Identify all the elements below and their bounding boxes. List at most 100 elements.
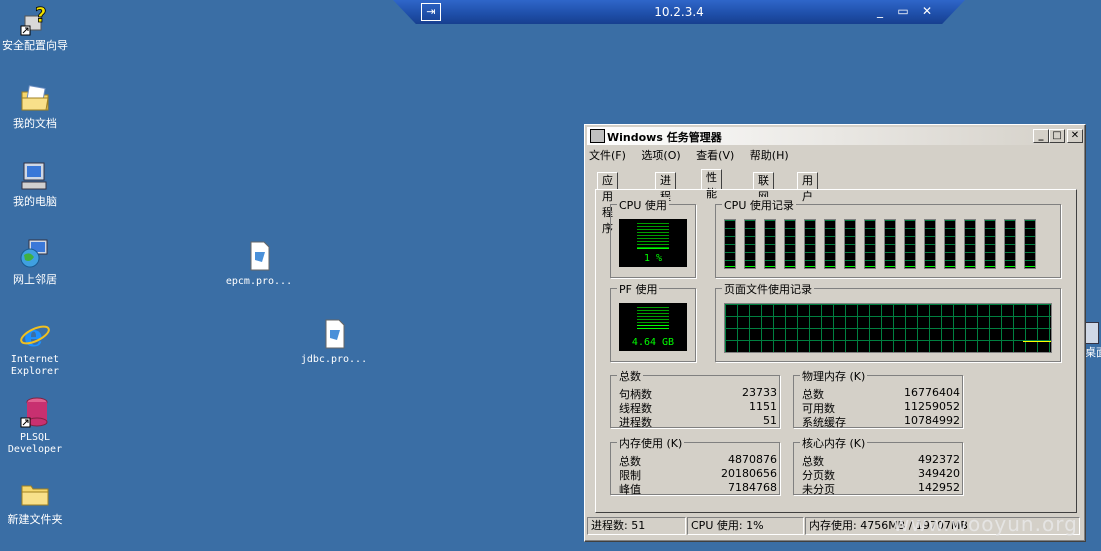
partial-icon-label: 桌面 (2) bbox=[1085, 346, 1101, 359]
desktop-file-epcm[interactable]: epcm.pro... bbox=[224, 240, 294, 288]
kernel-nonpaged-value: 142952 bbox=[918, 481, 960, 494]
cpu-core-graph bbox=[764, 219, 776, 269]
pf-usage-group: PF 使用 4.64 GB bbox=[610, 281, 696, 362]
task-manager-titlebar[interactable]: Windows 任务管理器 _ □ ✕ bbox=[587, 127, 1083, 145]
cpu-core-line bbox=[825, 266, 835, 267]
pf-usage-value: 4.64 GB bbox=[631, 337, 675, 348]
cpu-core-line bbox=[1005, 266, 1015, 267]
cpu-core-graph bbox=[804, 219, 816, 269]
system-cache-value: 10784992 bbox=[904, 414, 960, 427]
kernel-paged-row: 分页数 349420 bbox=[802, 467, 960, 482]
kernel-memory-group: 核心内存 (K) 总数 492372 分页数 349420 未分页 142952 bbox=[793, 435, 963, 496]
remote-desktop-bar: ⇥ 10.2.3.4 _ ▭ ✕ bbox=[393, 0, 965, 24]
cpu-core-graph bbox=[964, 219, 976, 269]
kernel-nonpaged-label: 未分页 bbox=[802, 483, 835, 496]
cpu-usage-group: CPU 使用 1 % bbox=[610, 197, 696, 278]
cpu-core-graph bbox=[744, 219, 756, 269]
cpu-core-line bbox=[725, 266, 735, 267]
network-globe-icon bbox=[19, 238, 51, 270]
desktop-icon-label: 新建文件夹 bbox=[7, 513, 63, 526]
cpu-core-line bbox=[805, 266, 815, 267]
pf-usage-bars bbox=[637, 307, 669, 325]
cpu-core-line bbox=[765, 266, 775, 267]
tab-networking[interactable]: 联网 bbox=[753, 172, 774, 203]
physical-available-row: 可用数 11259052 bbox=[802, 400, 960, 415]
window-title: Windows 任务管理器 bbox=[607, 131, 722, 144]
commit-peak-value: 7184768 bbox=[728, 481, 777, 494]
svg-text:e: e bbox=[24, 319, 43, 350]
computer-icon bbox=[19, 160, 51, 192]
cpu-core-graph bbox=[904, 219, 916, 269]
pf-history-title: 页面文件使用记录 bbox=[722, 281, 814, 297]
desktop-icon-label: PLSQL Developer bbox=[7, 432, 63, 455]
cpu-core-graph bbox=[784, 219, 796, 269]
cpu-core-graph bbox=[844, 219, 856, 269]
desktop-icon-network[interactable]: 网上邻居 bbox=[0, 238, 70, 286]
pf-history-line bbox=[1023, 341, 1051, 342]
cpu-core-graph bbox=[724, 219, 736, 269]
menu-view[interactable]: 查看(V) bbox=[696, 149, 734, 162]
cpu-history-graphs bbox=[724, 219, 1054, 269]
minimize-button[interactable]: _ bbox=[1033, 129, 1049, 143]
commit-limit-value: 20180656 bbox=[721, 467, 777, 480]
system-cache-row: 系统缓存 10784992 bbox=[802, 414, 960, 429]
cpu-core-graph bbox=[884, 219, 896, 269]
kernel-total-value: 492372 bbox=[918, 453, 960, 466]
cpu-core-graph bbox=[1004, 219, 1016, 269]
cpu-usage-bars bbox=[637, 223, 669, 249]
desktop-icon-new-folder[interactable]: 新建文件夹 bbox=[0, 478, 70, 526]
cpu-history-title: CPU 使用记录 bbox=[722, 197, 796, 213]
physical-total-row: 总数 16776404 bbox=[802, 386, 960, 401]
handles-value: 23733 bbox=[742, 386, 777, 399]
cpu-core-line bbox=[945, 266, 955, 267]
menu-options[interactable]: 选项(O) bbox=[641, 149, 680, 162]
folder-icon bbox=[19, 478, 51, 510]
desktop-file-jdbc[interactable]: jdbc.pro... bbox=[299, 318, 369, 366]
tab-users[interactable]: 用户 bbox=[797, 172, 818, 203]
desktop-file-label: jdbc.pro... bbox=[300, 354, 368, 365]
cpu-core-line bbox=[865, 266, 875, 267]
cpu-core-graph bbox=[864, 219, 876, 269]
kernel-paged-value: 349420 bbox=[918, 467, 960, 480]
kernel-memory-title: 核心内存 (K) bbox=[800, 435, 868, 451]
desktop-icon-partial[interactable]: 桌面 (2) bbox=[1085, 322, 1101, 360]
maximize-button[interactable]: □ bbox=[1049, 129, 1065, 143]
tab-processes[interactable]: 进程 bbox=[655, 172, 676, 203]
cpu-core-graph bbox=[984, 219, 996, 269]
desktop-icon-my-computer[interactable]: 我的电脑 bbox=[0, 160, 70, 208]
threads-value: 1151 bbox=[749, 400, 777, 413]
totals-title: 总数 bbox=[617, 368, 643, 384]
remote-minimize-button[interactable]: _ bbox=[873, 4, 887, 18]
menu-help[interactable]: 帮助(H) bbox=[750, 149, 789, 162]
desktop-icon-my-documents[interactable]: 我的文档 bbox=[0, 82, 70, 130]
close-button[interactable]: ✕ bbox=[1067, 129, 1083, 143]
cpu-core-line bbox=[745, 266, 755, 267]
kernel-nonpaged-row: 未分页 142952 bbox=[802, 481, 960, 496]
remote-restore-button[interactable]: ▭ bbox=[896, 4, 910, 18]
commit-peak-label: 峰值 bbox=[619, 483, 641, 496]
tab-performance[interactable]: 性能 bbox=[701, 169, 722, 200]
desktop-icon-label: 安全配置向导 bbox=[2, 39, 68, 52]
desktop-icon-internet-explorer[interactable]: e Internet Explorer bbox=[0, 318, 70, 378]
desktop-icon-security-wizard[interactable]: ? 安全配置向导 bbox=[0, 3, 70, 52]
desktop-icon-plsql-developer[interactable]: PLSQL Developer bbox=[0, 396, 70, 456]
task-manager-icon bbox=[590, 129, 605, 143]
cpu-usage-value: 1 % bbox=[643, 253, 663, 264]
database-icon bbox=[19, 396, 51, 428]
cpu-core-graph bbox=[1024, 219, 1036, 269]
internet-explorer-icon: e bbox=[19, 318, 51, 354]
cpu-usage-meter: 1 % bbox=[619, 219, 687, 267]
menu-bar: 文件(F) 选项(O) 查看(V) 帮助(H) bbox=[589, 147, 801, 163]
performance-panel: CPU 使用 1 % CPU 使用记录 PF 使用 4.64 GB 页面文件使用… bbox=[595, 189, 1077, 513]
cpu-usage-fill bbox=[637, 248, 669, 249]
partial-icon bbox=[1085, 322, 1099, 344]
pf-history-graph bbox=[724, 303, 1052, 353]
handles-row: 句柄数 23733 bbox=[619, 386, 777, 401]
cpu-core-graph bbox=[944, 219, 956, 269]
pf-usage-meter: 4.64 GB bbox=[619, 303, 687, 351]
cpu-core-line bbox=[1025, 266, 1035, 267]
pf-usage-fill bbox=[637, 325, 669, 331]
tab-applications[interactable]: 应用程序 bbox=[597, 172, 618, 235]
remote-close-button[interactable]: ✕ bbox=[920, 4, 934, 18]
menu-file[interactable]: 文件(F) bbox=[589, 149, 626, 162]
